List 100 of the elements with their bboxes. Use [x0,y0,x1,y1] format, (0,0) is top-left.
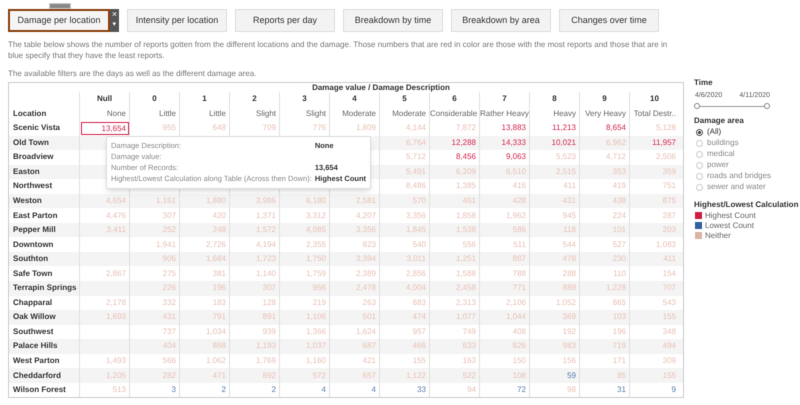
table-cell[interactable]: 887 [512,253,529,266]
table-cell[interactable]: 431 [162,311,179,324]
table-cell[interactable]: 939 [262,326,279,338]
table-cell[interactable]: 865 [612,296,629,309]
table-cell[interactable]: 118 [563,224,579,236]
table-cell[interactable]: 332 [162,296,179,309]
table-cell[interactable]: 2,581 [356,195,379,207]
table-cell[interactable]: 2,106 [506,296,529,309]
table-cell[interactable]: 128 [262,296,279,309]
radio-option[interactable]: (All) [694,126,800,138]
table-cell[interactable]: 353 [612,166,629,178]
table-cell[interactable]: 3,394 [356,253,379,266]
table-cell[interactable]: 431 [562,195,579,207]
table-cell[interactable]: 5,712 [406,151,429,164]
drag-handle[interactable] [49,3,71,9]
table-cell[interactable]: 411 [663,253,679,266]
table-cell[interactable]: 633 [462,340,479,352]
table-cell[interactable]: 945 [562,210,579,222]
table-cell[interactable]: 5,523 [556,151,579,164]
table-cell[interactable]: 1,205 [106,370,129,382]
table-cell[interactable]: 868 [212,340,229,352]
table-cell[interactable]: 566 [162,355,179,368]
table-cell[interactable]: 4 [372,384,379,396]
table-cell[interactable]: 511 [513,238,529,251]
table-cell[interactable]: 771 [512,282,529,294]
table-cell[interactable]: 13,654 [81,122,129,135]
table-cell[interactable]: 7,872 [456,122,479,134]
table-cell[interactable]: 4,194 [256,238,279,251]
table-cell[interactable]: 2,355 [306,238,329,251]
table-cell[interactable]: 513 [112,384,129,396]
tab[interactable]: Intensity per location [127,9,227,32]
radio-option[interactable]: buildings [694,138,800,148]
table-cell[interactable]: 4,085 [306,224,329,236]
table-cell[interactable]: 1,106 [306,311,329,324]
table-cell[interactable]: 791 [212,311,229,324]
table-cell[interactable]: 288 [562,268,579,280]
table-cell[interactable]: 11,957 [652,136,679,149]
table-cell[interactable]: 2,313 [456,296,479,309]
table-cell[interactable]: 1,052 [556,296,579,309]
table-cell[interactable]: 1,385 [456,180,479,192]
table-cell[interactable]: 1,228 [606,282,629,294]
table-cell[interactable]: 788 [512,268,529,280]
table-cell[interactable]: 1,034 [206,326,229,338]
table-cell[interactable]: 275 [162,268,179,280]
table-cell[interactable]: 883 [412,296,429,309]
table-cell[interactable]: 1,941 [156,238,179,251]
tab[interactable]: Breakdown by area [451,9,551,32]
table-cell[interactable]: 1,759 [306,268,329,280]
table-cell[interactable]: 103 [612,311,629,324]
table-cell[interactable]: 1,062 [206,355,229,368]
table-cell[interactable]: 478 [562,253,579,266]
table-cell[interactable]: 474 [412,311,429,324]
table-cell[interactable]: 3,356 [356,224,379,236]
table-cell[interactable]: 823 [362,238,379,251]
table-cell[interactable]: 1,161 [156,195,179,207]
table-cell[interactable]: 4,476 [106,210,129,222]
table-cell[interactable]: 572 [312,370,329,382]
tab[interactable]: Breakdown by time [343,9,443,32]
table-cell[interactable]: 1,723 [256,253,279,266]
table-cell[interactable]: 192 [562,326,579,338]
table-cell[interactable]: 11,213 [552,122,579,134]
table-cell[interactable]: 586 [512,224,529,236]
table-cell[interactable]: 8,654 [606,122,629,134]
radio-option[interactable]: roads and bridges [694,170,800,182]
table-cell[interactable]: 2,478 [356,282,379,294]
table-cell[interactable]: 2,856 [406,268,429,280]
table-cell[interactable]: 1,693 [106,311,129,324]
table-cell[interactable]: 248 [212,224,229,236]
table-cell[interactable]: 438 [612,195,629,207]
table-cell[interactable]: 420 [212,210,229,222]
table-cell[interactable]: 543 [662,296,679,309]
table-cell[interactable]: 8,456 [456,151,479,164]
table-cell[interactable]: 776 [312,122,329,134]
table-cell[interactable]: 875 [662,195,679,207]
table-cell[interactable]: 230 [612,253,629,266]
table-cell[interactable]: 154 [662,268,679,280]
table-cell[interactable]: 219 [312,296,329,309]
table-cell[interactable]: 544 [562,238,579,251]
table-cell[interactable]: 1,769 [256,355,279,368]
table-cell[interactable]: 1,077 [456,311,479,324]
table-cell[interactable]: 309 [662,355,679,368]
table-cell[interactable]: 1,588 [456,268,479,280]
table-cell[interactable]: 5,491 [406,166,429,178]
table-cell[interactable]: 1,366 [306,326,329,338]
table-cell[interactable]: 4,207 [356,210,379,222]
table-cell[interactable]: 2,506 [656,151,679,164]
table-cell[interactable]: 348 [662,326,679,338]
table-cell[interactable]: 461 [462,195,479,207]
table-cell[interactable]: 59 [567,370,579,382]
table-cell[interactable]: 3,356 [406,210,429,222]
table-cell[interactable]: 494 [662,340,679,352]
table-cell[interactable]: 9,063 [506,151,529,164]
table-cell[interactable]: 956 [312,282,329,294]
table-cell[interactable]: 428 [512,195,529,207]
table-cell[interactable]: 150 [512,355,529,368]
table-cell[interactable]: 657 [362,370,379,382]
table-cell[interactable]: 1,122 [406,370,429,382]
table-cell[interactable]: 955 [162,122,179,134]
slider-thumb[interactable] [694,102,700,108]
table-cell[interactable]: 252 [162,224,179,236]
